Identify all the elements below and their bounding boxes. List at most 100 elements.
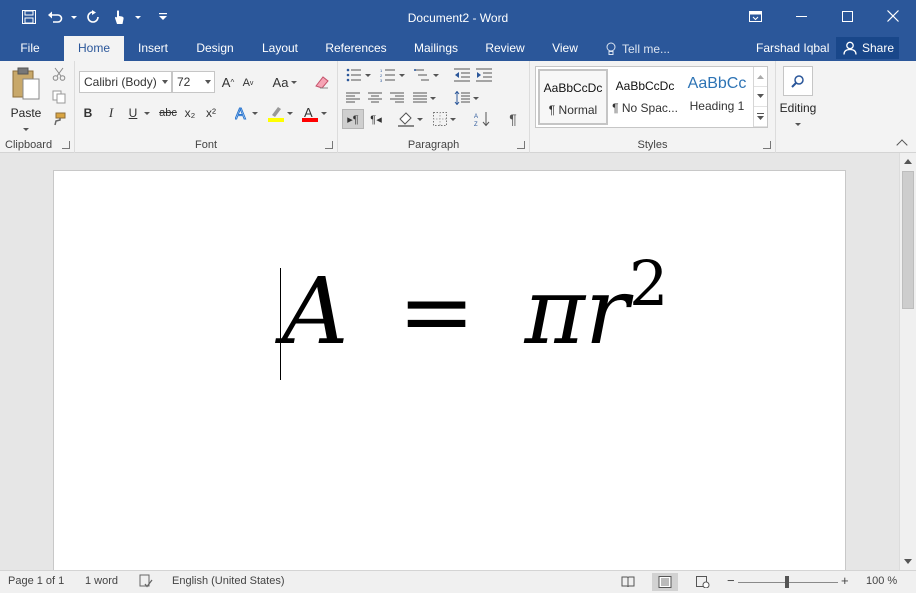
equation[interactable]: A = πr2 — [282, 253, 668, 358]
undo-icon[interactable] — [44, 6, 66, 28]
paragraph-group: 123 ▸¶ ¶◂ A Z ¶ Paragraph — [338, 61, 530, 153]
justify-button[interactable] — [410, 88, 438, 108]
tab-file[interactable]: File — [10, 36, 50, 61]
font-group: Calibri (Body) 72 A ^ Av Aa B I U abc x₂ … — [75, 61, 338, 153]
bold-button[interactable]: B — [81, 103, 95, 123]
text-cursor — [280, 268, 281, 380]
style-heading-1[interactable]: AaBbCc Heading 1 — [682, 69, 752, 125]
styles-dialog-launcher[interactable] — [763, 141, 771, 149]
ribbon-home: Paste Clipboard Calibri (Body) 72 A ^ Av … — [0, 61, 916, 153]
page-count[interactable]: Page 1 of 1 — [8, 575, 64, 587]
copy-icon[interactable] — [50, 88, 68, 106]
increase-indent-icon[interactable] — [474, 65, 494, 85]
scroll-up-icon[interactable] — [900, 153, 916, 170]
strikethrough-button[interactable]: abc — [157, 103, 179, 123]
maximize-icon[interactable] — [824, 0, 870, 32]
font-size-value: 72 — [177, 75, 191, 89]
styles-gallery: AaBbCcDc ¶ Normal AaBbCcDc ¶ No Spac... … — [535, 66, 768, 128]
ribbon-display-options-icon[interactable] — [732, 0, 778, 32]
read-mode-icon[interactable] — [615, 573, 641, 591]
superscript-button[interactable]: x² — [203, 103, 219, 123]
vertical-scrollbar[interactable] — [899, 153, 916, 570]
bullets-button[interactable] — [344, 65, 372, 85]
line-spacing-button[interactable] — [452, 88, 480, 108]
print-layout-icon[interactable] — [652, 573, 678, 591]
paragraph-dialog-launcher[interactable] — [517, 141, 525, 149]
tab-design[interactable]: Design — [188, 36, 242, 61]
redo-icon[interactable] — [82, 6, 104, 28]
collapse-ribbon-icon[interactable] — [896, 139, 908, 151]
touch-dropdown-icon[interactable] — [134, 6, 142, 28]
underline-button[interactable]: U — [126, 103, 140, 123]
clear-formatting-icon[interactable] — [313, 72, 331, 92]
styles-more-icon[interactable] — [754, 107, 767, 127]
web-layout-icon[interactable] — [690, 573, 716, 591]
italic-button[interactable]: I — [104, 103, 118, 123]
save-icon[interactable] — [18, 6, 40, 28]
font-dialog-launcher[interactable] — [325, 141, 333, 149]
word-count[interactable]: 1 word — [85, 575, 118, 587]
font-size-box[interactable]: 72 — [172, 71, 215, 93]
align-right-icon[interactable] — [388, 88, 406, 108]
scroll-thumb[interactable] — [902, 171, 914, 309]
ltr-direction-icon[interactable]: ▸¶ — [342, 109, 364, 129]
zoom-slider-thumb[interactable] — [785, 576, 789, 588]
status-bar: Page 1 of 1 1 word English (United State… — [0, 570, 916, 593]
zoom-in-button[interactable]: + — [841, 573, 849, 588]
editing-button[interactable]: Editing — [776, 61, 820, 153]
align-left-icon[interactable] — [344, 88, 362, 108]
clipboard-dialog-launcher[interactable] — [62, 141, 70, 149]
user-name[interactable]: Farshad Iqbal — [756, 36, 829, 61]
change-case-button[interactable]: Aa — [271, 72, 299, 92]
tab-references[interactable]: References — [318, 36, 394, 61]
scroll-down-icon[interactable] — [900, 553, 916, 570]
tell-me-box[interactable]: Tell me... — [606, 36, 670, 61]
shading-button[interactable] — [396, 109, 424, 129]
touch-mode-icon[interactable] — [108, 6, 130, 28]
tab-review[interactable]: Review — [478, 36, 532, 61]
shrink-font-button[interactable]: Av — [241, 73, 255, 93]
decrease-indent-icon[interactable] — [452, 65, 472, 85]
highlight-button[interactable] — [267, 103, 293, 123]
tab-layout[interactable]: Layout — [252, 36, 308, 61]
style-normal[interactable]: AaBbCcDc ¶ Normal — [538, 69, 608, 125]
document-page[interactable]: A = πr2 — [53, 170, 846, 570]
minimize-icon[interactable] — [778, 0, 824, 32]
sort-icon[interactable]: AZ — [472, 109, 492, 129]
format-painter-icon[interactable] — [50, 110, 68, 128]
text-effects-button[interactable]: A — [233, 103, 259, 123]
tab-home[interactable]: Home — [64, 36, 124, 61]
cut-icon[interactable] — [50, 65, 68, 83]
styles-scroll-up-icon[interactable] — [754, 67, 767, 87]
rtl-direction-icon[interactable]: ¶◂ — [366, 109, 386, 129]
grow-font-button[interactable]: A ^ — [221, 72, 235, 92]
close-icon[interactable] — [870, 0, 916, 32]
line-spacing-icon — [454, 91, 470, 105]
paste-button[interactable]: Paste — [6, 67, 46, 134]
align-center-icon[interactable] — [366, 88, 384, 108]
share-button[interactable]: Share — [836, 37, 899, 59]
proofing-icon[interactable] — [139, 574, 153, 591]
language[interactable]: English (United States) — [172, 575, 285, 587]
zoom-level[interactable]: 100 % — [866, 575, 897, 587]
font-color-button[interactable]: A — [301, 103, 327, 123]
tab-view[interactable]: View — [542, 36, 588, 61]
svg-text:Z: Z — [474, 122, 478, 127]
zoom-out-button[interactable]: − — [727, 573, 735, 588]
style-heading-1-sample: AaBbCc — [687, 75, 747, 92]
multilevel-list-button[interactable] — [412, 65, 440, 85]
tab-mailings[interactable]: Mailings — [404, 36, 468, 61]
styles-scroll-down-icon[interactable] — [754, 87, 767, 107]
tab-insert[interactable]: Insert — [130, 36, 176, 61]
style-no-spacing[interactable]: AaBbCcDc ¶ No Spac... — [610, 69, 680, 125]
numbering-icon: 123 — [380, 68, 395, 82]
show-formatting-marks-icon[interactable]: ¶ — [504, 109, 522, 129]
font-name-box[interactable]: Calibri (Body) — [79, 71, 172, 93]
svg-text:A: A — [235, 106, 246, 121]
underline-dropdown[interactable] — [143, 103, 151, 123]
subscript-button[interactable]: x₂ — [182, 103, 198, 123]
numbering-button[interactable]: 123 — [378, 65, 406, 85]
borders-button[interactable] — [430, 109, 458, 129]
customize-qat-icon[interactable] — [152, 6, 174, 28]
undo-dropdown-icon[interactable] — [70, 6, 78, 28]
